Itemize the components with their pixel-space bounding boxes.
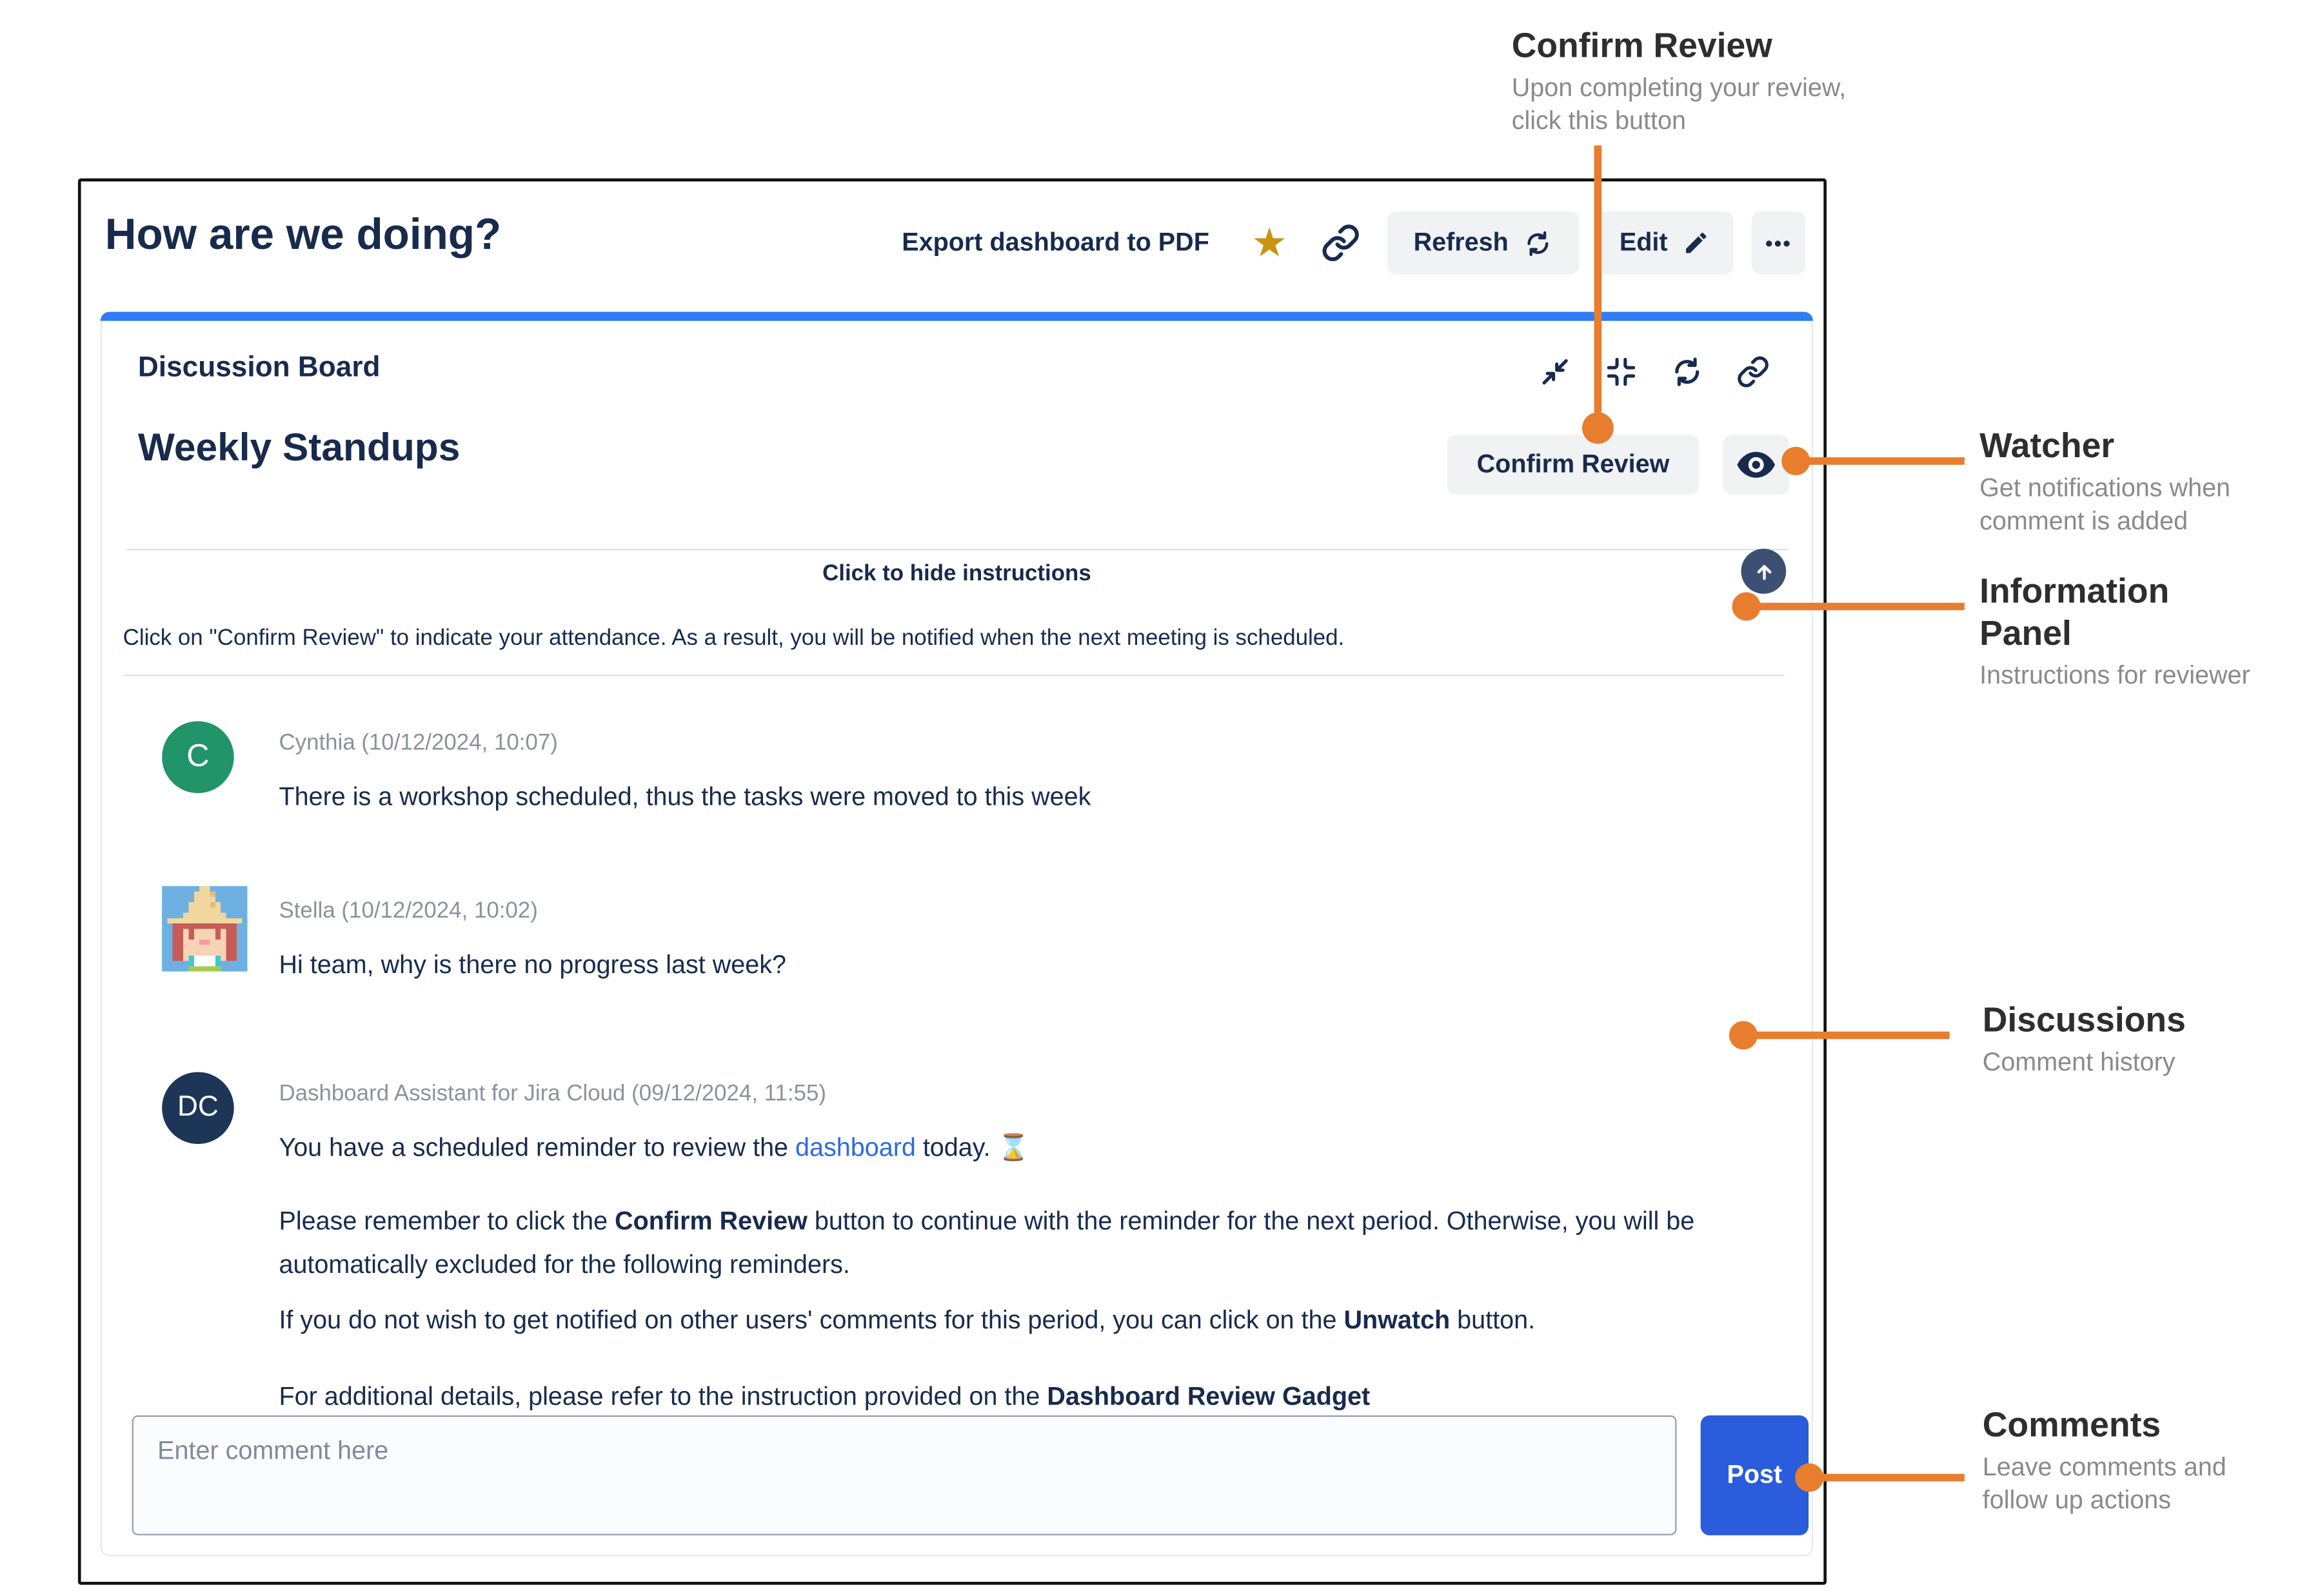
annotation-watcher: Watcher Get notifications when comment i… bbox=[1979, 424, 2230, 538]
annotation-title: Watcher bbox=[1979, 424, 2230, 466]
callout-dot-discussions bbox=[1729, 1021, 1758, 1049]
callout-dot-information-panel bbox=[1732, 592, 1760, 620]
confirm-review-button[interactable]: Confirm Review bbox=[1447, 435, 1700, 495]
annotation-title: Discussions bbox=[1983, 999, 2186, 1041]
annotation-desc: Get notifications when comment is added bbox=[1979, 472, 2230, 538]
divider bbox=[126, 549, 1787, 550]
callout-line-discussions bbox=[1743, 1032, 1950, 1039]
dashboard-window: How are we doing? Export dashboard to PD… bbox=[78, 179, 1827, 1585]
gadget-title: Discussion Board bbox=[138, 352, 381, 385]
comment-text: You have a scheduled reminder to review … bbox=[279, 1126, 1775, 1169]
avatar-stella-pixel-art bbox=[162, 886, 248, 972]
comment-author: Stella bbox=[279, 898, 335, 924]
screenshot-canvas: How are we doing? Export dashboard to PD… bbox=[0, 0, 2320, 1596]
callout-dot-confirm-review bbox=[1582, 412, 1614, 444]
comment-timestamp: (10/12/2024, 10:02) bbox=[341, 898, 537, 924]
annotation-comments: Comments Leave comments and follow up ac… bbox=[1983, 1403, 2226, 1517]
gadget-accent-bar bbox=[101, 312, 1813, 321]
page-title: How are we doing? bbox=[105, 212, 501, 261]
collapse-instructions-button[interactable] bbox=[1741, 549, 1786, 594]
comment-cynthia: C Cynthia (10/12/2024, 10:07) There is a… bbox=[162, 712, 1776, 818]
comment-input[interactable] bbox=[132, 1415, 1677, 1535]
gadget-link-icon[interactable] bbox=[1736, 355, 1769, 396]
discussion-board-gadget: Discussion Board bbox=[101, 312, 1813, 1557]
more-options-button[interactable]: ••• bbox=[1752, 212, 1806, 275]
minimize-corners-icon[interactable] bbox=[1605, 355, 1638, 396]
callout-line-confirm-review bbox=[1594, 146, 1602, 419]
callout-line-information-panel bbox=[1745, 603, 1964, 611]
callout-dot-comments bbox=[1795, 1463, 1823, 1492]
annotation-title: Comments bbox=[1983, 1403, 2226, 1445]
arrow-up-icon bbox=[1752, 560, 1775, 582]
post-button[interactable]: Post bbox=[1701, 1415, 1809, 1535]
callout-line-comments bbox=[1809, 1474, 1965, 1482]
sync-icon bbox=[1523, 229, 1552, 257]
comment-text: Hi team, why is there no progress last w… bbox=[279, 943, 786, 986]
comment-paragraph: If you do not wish to get notified on ot… bbox=[279, 1299, 1775, 1342]
eye-icon bbox=[1735, 444, 1777, 486]
comment-stella: Stella (10/12/2024, 10:02) Hi team, why … bbox=[162, 880, 1776, 987]
refresh-button-label: Refresh bbox=[1414, 228, 1509, 258]
annotation-desc: Comment history bbox=[1983, 1047, 2186, 1079]
comment-dashboard-assistant: DC Dashboard Assistant for Jira Cloud (0… bbox=[162, 1063, 1776, 1418]
avatar-dashboard-assistant: DC bbox=[162, 1072, 234, 1144]
refresh-button[interactable]: Refresh bbox=[1387, 212, 1579, 275]
comment-text: There is a workshop scheduled, thus the … bbox=[279, 775, 1091, 818]
pencil-icon bbox=[1683, 230, 1710, 257]
gadget-controls bbox=[1539, 355, 1770, 396]
collapse-icon[interactable] bbox=[1539, 355, 1572, 396]
comment-timestamp: (10/12/2024, 10:07) bbox=[361, 730, 557, 756]
divider bbox=[123, 675, 1785, 676]
dashboard-toolbar: Export dashboard to PDF ★ Refresh Edit bbox=[902, 212, 1805, 275]
copy-link-icon[interactable] bbox=[1320, 223, 1359, 262]
discussion-topic-title: Weekly Standups bbox=[138, 424, 460, 471]
annotation-desc: Upon completing your review, click this … bbox=[1512, 72, 1847, 138]
comment-timestamp: (09/12/2024, 11:55) bbox=[631, 1081, 826, 1107]
comment-paragraph: For additional details, please refer to … bbox=[279, 1375, 1775, 1418]
annotation-desc: Leave comments and follow up actions bbox=[1983, 1452, 2226, 1517]
favorite-star-icon[interactable]: ★ bbox=[1251, 222, 1287, 263]
callout-line-watcher bbox=[1795, 457, 1965, 465]
comment-author: Cynthia bbox=[279, 730, 355, 756]
callout-dot-watcher bbox=[1781, 447, 1810, 475]
annotation-title: Information Panel bbox=[1979, 570, 2250, 654]
export-dashboard-link[interactable]: Export dashboard to PDF bbox=[902, 228, 1209, 258]
annotation-title: Confirm Review bbox=[1512, 24, 1847, 66]
comment-author: Dashboard Assistant for Jira Cloud bbox=[279, 1081, 625, 1107]
comment-paragraph: Please remember to click the Confirm Rev… bbox=[279, 1199, 1775, 1286]
edit-button-label: Edit bbox=[1620, 228, 1668, 258]
annotation-information-panel: Information Panel Instructions for revie… bbox=[1979, 570, 2250, 693]
annotation-confirm-review: Confirm Review Upon completing your revi… bbox=[1512, 24, 1847, 138]
reload-gadget-icon[interactable] bbox=[1671, 355, 1703, 396]
edit-button[interactable]: Edit bbox=[1596, 212, 1734, 275]
hide-instructions-toggle[interactable]: Click to hide instructions bbox=[102, 561, 1812, 587]
instructions-text: Click on "Confirm Review" to indicate yo… bbox=[123, 626, 1345, 651]
watch-toggle-button[interactable] bbox=[1723, 435, 1789, 495]
annotation-discussions: Discussions Comment history bbox=[1983, 999, 2186, 1080]
avatar-cynthia: C bbox=[162, 721, 234, 793]
annotation-desc: Instructions for reviewer bbox=[1979, 660, 2250, 693]
